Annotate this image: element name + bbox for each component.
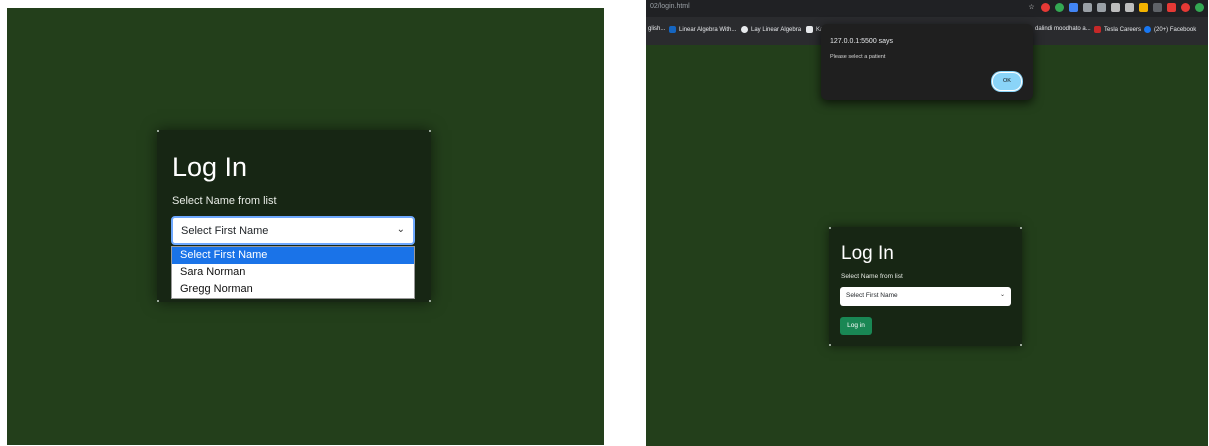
extension-icon[interactable] xyxy=(1195,3,1204,12)
select-value: Select First Name xyxy=(846,292,898,299)
bookmark-item[interactable]: Linear Algebra With... xyxy=(669,26,736,33)
bookmark-label: Tesla Careers xyxy=(1104,27,1142,34)
extension-icon[interactable] xyxy=(1167,3,1176,12)
address-bar-url[interactable]: 02/login.html xyxy=(650,3,690,10)
name-dropdown-list: Select First Name Sara Norman Gregg Norm… xyxy=(171,246,415,299)
extension-icon[interactable] xyxy=(1125,3,1134,12)
card-corner xyxy=(157,300,159,302)
card-corner xyxy=(429,130,431,132)
bookmark-favicon-icon xyxy=(1094,26,1101,33)
login-title: Log In xyxy=(841,243,894,264)
extension-icon[interactable] xyxy=(1083,3,1092,12)
login-card: Log In Select Name from list Select Firs… xyxy=(157,130,431,302)
card-corner xyxy=(1020,344,1022,346)
bookmark-item[interactable]: Lay Linear Algebra xyxy=(741,26,801,33)
alert-message: Please select a patient xyxy=(830,54,886,60)
alert-dialog: 127.0.0.1:5500 says Please select a pati… xyxy=(821,24,1033,100)
bookmark-label: Lay Linear Algebra xyxy=(751,27,802,34)
extension-icon[interactable] xyxy=(1181,3,1190,12)
extension-icon[interactable] xyxy=(1097,3,1106,12)
card-corner xyxy=(829,227,831,229)
ok-button[interactable]: OK xyxy=(992,72,1022,91)
right-screenshot: 02/login.html ☆ glish... Linear Algebra … xyxy=(646,0,1208,446)
first-name-select[interactable]: Select First Name ⌄ xyxy=(840,287,1011,306)
bookmark-label: Linear Algebra With... xyxy=(679,27,737,34)
bookmark-item[interactable]: glish... xyxy=(648,26,665,32)
extension-icon[interactable] xyxy=(1055,3,1064,12)
bookmark-favicon-icon xyxy=(741,26,748,33)
first-name-select[interactable]: Select First Name ⌄ xyxy=(171,216,415,245)
dropdown-option[interactable]: Select First Name xyxy=(172,247,414,264)
bookmark-item[interactable]: (20+) Facebook xyxy=(1144,26,1196,33)
select-value: Select First Name xyxy=(181,225,269,237)
extension-icon[interactable] xyxy=(1111,3,1120,12)
bookmark-favicon-icon xyxy=(669,26,676,33)
facebook-icon xyxy=(1144,26,1151,33)
login-card: Log In Select Name from list Select Firs… xyxy=(829,227,1022,346)
left-screenshot: Log In Select Name from list Select Firs… xyxy=(7,8,604,445)
extension-icon[interactable] xyxy=(1153,3,1162,12)
dropdown-option[interactable]: Gregg Norman xyxy=(172,281,414,298)
star-icon[interactable]: ☆ xyxy=(1027,3,1036,12)
select-name-label: Select Name from list xyxy=(172,195,277,207)
bookmark-label: (20+) Facebook xyxy=(1154,27,1197,34)
login-button[interactable]: Log in xyxy=(840,317,872,335)
bookmark-item[interactable]: dalindi moodhato a... xyxy=(1035,26,1091,32)
login-title: Log In xyxy=(172,152,248,182)
bookmark-item[interactable]: Tesla Careers xyxy=(1094,26,1141,33)
select-name-label: Select Name from list xyxy=(841,273,903,280)
extension-icon[interactable] xyxy=(1041,3,1050,12)
card-corner xyxy=(829,344,831,346)
chevron-down-icon: ⌄ xyxy=(396,224,405,235)
chevron-down-icon: ⌄ xyxy=(999,292,1005,298)
card-corner xyxy=(1020,227,1022,229)
card-corner xyxy=(429,300,431,302)
extension-icon[interactable] xyxy=(1069,3,1078,12)
extension-icons: ☆ xyxy=(1027,3,1204,12)
extension-icon[interactable] xyxy=(1139,3,1148,12)
dropdown-option[interactable]: Sara Norman xyxy=(172,264,414,281)
card-corner xyxy=(157,130,159,132)
alert-title: 127.0.0.1:5500 says xyxy=(830,38,894,45)
browser-tab-bar: 02/login.html ☆ xyxy=(646,0,1208,17)
bookmark-favicon-icon xyxy=(806,26,813,33)
